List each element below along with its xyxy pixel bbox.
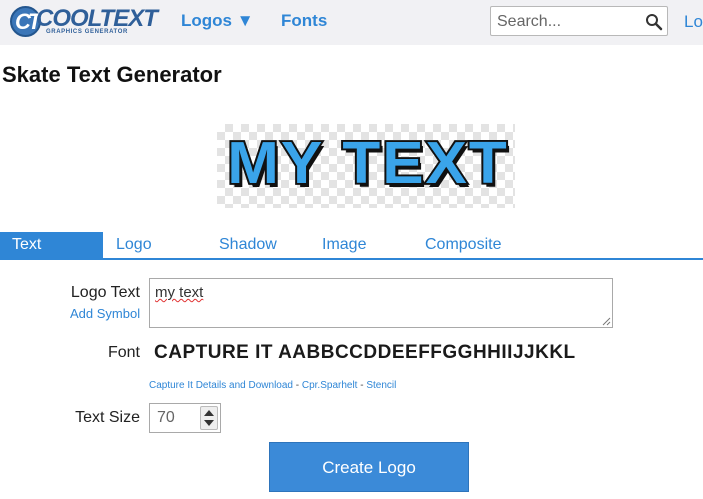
- nav-login-link[interactable]: Lo: [684, 12, 703, 32]
- tab-composite[interactable]: Composite: [425, 232, 501, 258]
- logo-text-value: my text: [155, 284, 204, 301]
- search-input[interactable]: [497, 12, 637, 32]
- font-label: Font: [107, 344, 140, 361]
- text-size-label: Text Size: [75, 409, 140, 426]
- create-logo-button[interactable]: Create Logo: [269, 442, 469, 492]
- resize-grip-icon[interactable]: [601, 316, 611, 326]
- stepper-buttons[interactable]: [200, 406, 218, 430]
- logo-text-label: Logo Text: [70, 284, 140, 301]
- font-sample-picker[interactable]: CAPTURE IT AABBCCDDEEFFGGHHIIJJKKL: [154, 342, 576, 364]
- text-size-value: 70: [157, 409, 175, 426]
- stepper-arrows-icon[interactable]: [201, 407, 217, 429]
- nav-logos-menu[interactable]: Logos ▼: [181, 11, 254, 31]
- tab-logo[interactable]: Logo: [116, 232, 152, 258]
- search-icon[interactable]: [645, 13, 663, 31]
- search-box: [490, 6, 668, 36]
- logo-text-field[interactable]: my text: [149, 278, 613, 328]
- tab-bar: Text Logo Shadow Image Composite: [0, 232, 703, 260]
- preview-text: MY TEXT: [225, 129, 509, 198]
- font-links: Capture It Details and Download - Cpr.Sp…: [149, 380, 396, 391]
- font-details-link[interactable]: Capture It Details and Download: [149, 380, 293, 391]
- font-tag-link[interactable]: Stencil: [366, 380, 396, 391]
- tab-text[interactable]: Text: [0, 232, 103, 258]
- font-author-link[interactable]: Cpr.Sparhelt: [302, 380, 358, 391]
- top-navigation-bar: CT COOLTEXT GRAPHICS GENERATOR Logos ▼ F…: [0, 0, 703, 45]
- text-size-stepper[interactable]: 70: [149, 403, 221, 433]
- page-title: Skate Text Generator: [2, 62, 222, 87]
- tab-image[interactable]: Image: [322, 232, 366, 258]
- nav-fonts-link[interactable]: Fonts: [281, 11, 327, 31]
- logo-preview-image: MY TEXT: [217, 124, 515, 208]
- link-separator: -: [292, 380, 302, 391]
- tab-shadow[interactable]: Shadow: [219, 232, 277, 258]
- add-symbol-link[interactable]: Add Symbol: [70, 306, 140, 321]
- cooltext-logo[interactable]: CT COOLTEXT GRAPHICS GENERATOR: [10, 4, 158, 40]
- logo-tagline: GRAPHICS GENERATOR: [46, 29, 128, 35]
